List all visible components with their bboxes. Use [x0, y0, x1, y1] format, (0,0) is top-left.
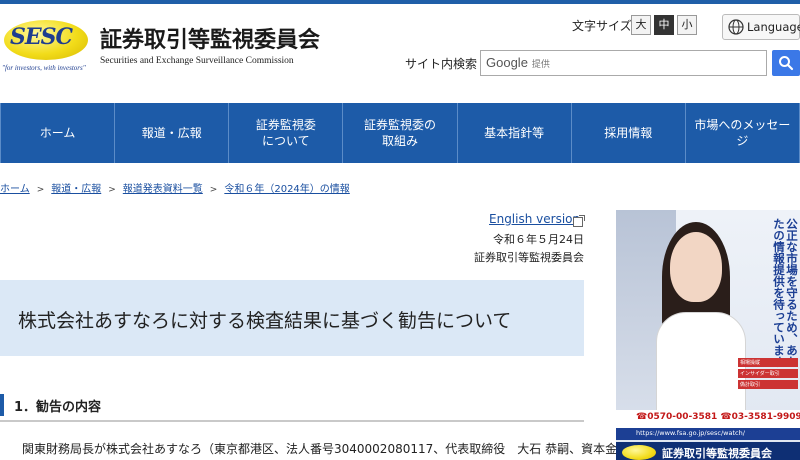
font-size-medium-button[interactable]: 中 — [654, 15, 674, 35]
body-paragraph: 関東財務局長が株式会社あすなろ（東京都港区、法人番号3040002080117、… — [22, 442, 618, 456]
poster-phone: ☎0570-00-3581 ☎03-3581-9909 — [636, 412, 800, 422]
sesc-logo[interactable]: SESC "for investors, with investors" — [0, 14, 96, 72]
publish-date: 令和６年５月24日 — [493, 233, 584, 246]
logo-text: SESC — [10, 24, 73, 50]
top-accent-bar — [0, 0, 800, 4]
nav-item-press[interactable]: 報道・広報 — [115, 103, 230, 163]
search-button[interactable] — [772, 50, 800, 76]
poster-footer-text: 証券取引等監視委員会 — [662, 447, 772, 460]
poster-label: インサイダー取引 — [738, 369, 798, 378]
search-label: サイト内検索 — [405, 57, 478, 71]
breadcrumb-press[interactable]: 報道・広報 — [51, 184, 101, 195]
external-link-icon — [573, 215, 585, 227]
poster-footer-logo — [622, 445, 656, 460]
nav-item-home[interactable]: ホーム — [0, 103, 116, 163]
language-label: Language — [747, 20, 800, 34]
english-version-link[interactable]: English version — [489, 212, 580, 226]
title-box: 株式会社あすなろに対する検査結果に基づく勧告について — [0, 280, 584, 356]
breadcrumb: ホーム > 報道・広報 > 報道発表資料一覧 > 令和６年（2024年）の情報 — [0, 180, 350, 195]
breadcrumb-separator: > — [108, 185, 116, 195]
breadcrumb-press-list[interactable]: 報道発表資料一覧 — [123, 184, 203, 195]
nav-item-policies[interactable]: 基本指針等 — [458, 103, 572, 163]
nav-item-about[interactable]: 証券監視委 について — [229, 103, 344, 163]
breadcrumb-separator: > — [209, 185, 218, 195]
section-heading-bar — [0, 394, 4, 416]
font-size-large-button[interactable]: 大 — [631, 15, 651, 35]
search-placeholder: 提供 — [531, 60, 550, 70]
breadcrumb-year[interactable]: 令和６年（2024年）の情報 — [224, 184, 349, 195]
page-title: 株式会社あすなろに対する検査結果に基づく勧告について — [18, 310, 512, 332]
poster-slogan: 公正な市場を守るため、あなたの情報提供を待っています — [772, 218, 799, 368]
google-brand: Google — [486, 55, 528, 70]
font-size-label: 文字サイズ — [572, 19, 632, 33]
org-name-jp[interactable]: 証券取引等監視委員会 — [100, 22, 320, 54]
breadcrumb-home[interactable]: ホーム — [0, 184, 30, 195]
search-input[interactable]: Google 提供 — [480, 50, 767, 76]
logo-tagline: "for investors, with investors" — [2, 64, 86, 72]
main-nav: ホーム 報道・広報 証券監視委 について 証券監視委の 取組み 基本指針等 採用… — [0, 103, 800, 163]
nav-item-recruit[interactable]: 採用情報 — [572, 103, 686, 163]
nav-item-activities[interactable]: 証券監視委の 取組み — [343, 103, 458, 163]
search-icon — [779, 56, 794, 71]
language-button[interactable]: Language — [722, 14, 800, 40]
breadcrumb-separator: > — [36, 185, 45, 195]
poster-label: 相場操縦 — [738, 358, 798, 367]
nav-item-market-message[interactable]: 市場へのメッセージ — [686, 103, 800, 163]
globe-icon — [728, 19, 744, 35]
org-name-en: Securities and Exchange Surveillance Com… — [100, 56, 294, 66]
section-heading: 1．勧告の内容 — [0, 392, 584, 422]
information-poster-banner[interactable]: 公正な市場を守るため、あなたの情報提供を待っています 相場操縦 インサイダー取引… — [616, 210, 800, 460]
font-size-small-button[interactable]: 小 — [677, 15, 697, 35]
poster-woman-image — [656, 222, 746, 412]
poster-labels: 相場操縦 インサイダー取引 偽計取引 — [738, 358, 798, 391]
section-heading-text: 1．勧告の内容 — [14, 400, 102, 415]
poster-label: 偽計取引 — [738, 380, 798, 389]
poster-url: https://www.fsa.go.jp/sesc/watch/ — [636, 429, 745, 437]
issuer: 証券取引等監視委員会 — [474, 251, 584, 264]
